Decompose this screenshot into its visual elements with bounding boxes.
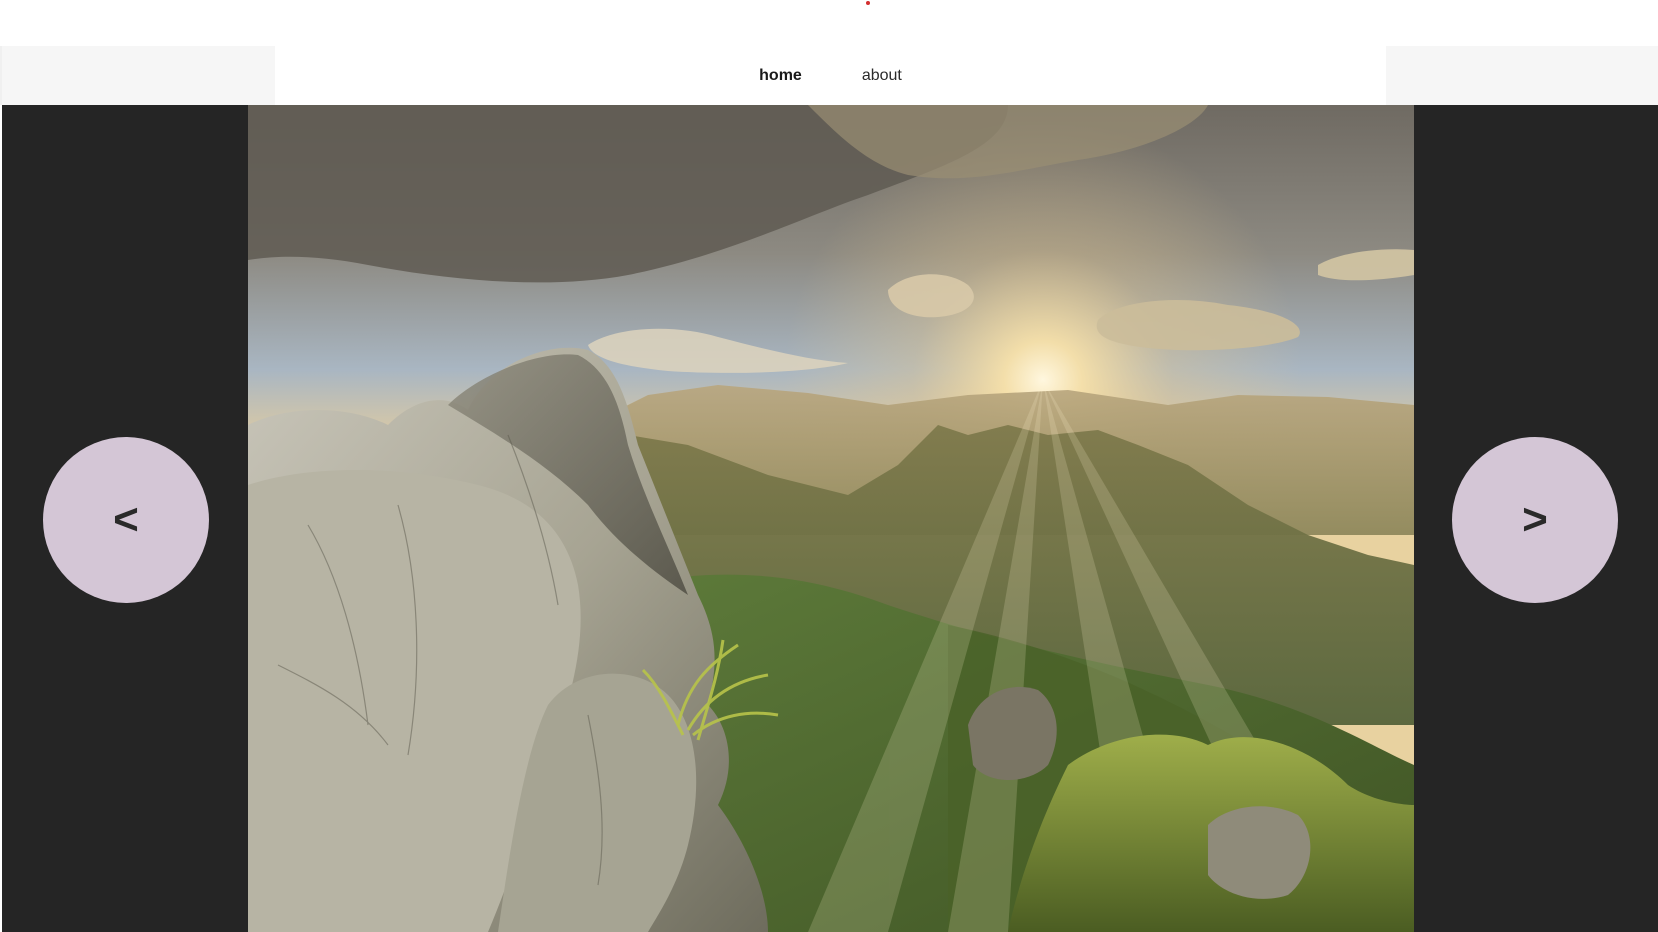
top-indicator-dot (866, 1, 870, 5)
nav-side-panel-left (0, 46, 275, 105)
nav-link-about[interactable]: about (862, 67, 902, 85)
nav-link-home[interactable]: home (759, 67, 802, 85)
mountain-landscape-image (248, 105, 1414, 932)
nav-side-panel-right (1386, 46, 1658, 105)
slide-image (248, 105, 1414, 932)
next-slide-button[interactable]: > (1452, 437, 1618, 603)
prev-slide-button[interactable]: < (43, 437, 209, 603)
main-nav: home about (275, 46, 1386, 105)
image-slider: < > (2, 105, 1658, 932)
